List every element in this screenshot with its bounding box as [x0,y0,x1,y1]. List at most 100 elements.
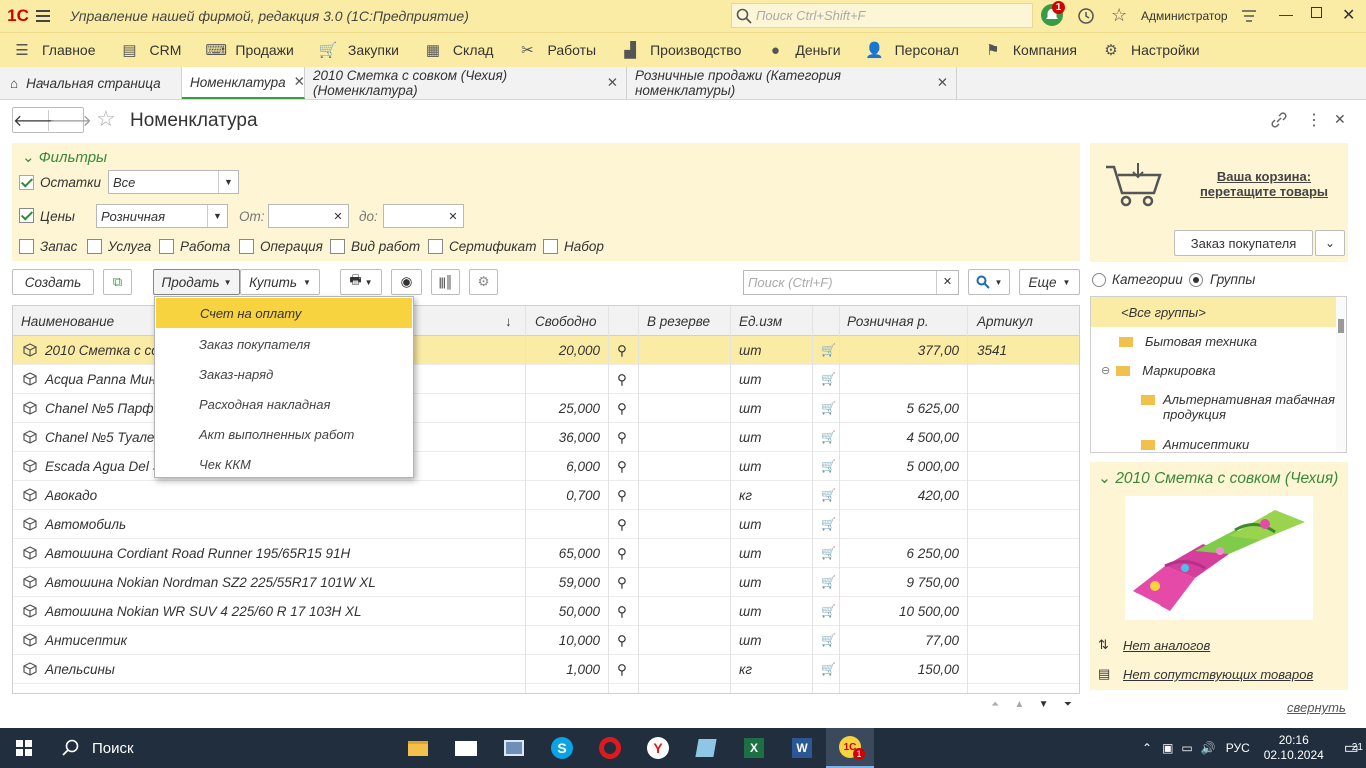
sort-arrow-icon[interactable]: ↓ [505,314,512,329]
type-work-kind-checkbox[interactable] [330,239,345,254]
more-button[interactable]: Еще ▼ [1019,269,1080,295]
table-row[interactable]: Автошина Cordiant Road Runner 195/65R15 … [13,539,1079,568]
restore-icon[interactable] [1311,7,1322,18]
close-tab-icon[interactable]: ✕ [937,75,948,91]
add-to-cart-icon[interactable]: 🛒 [821,662,836,676]
add-to-cart-icon[interactable]: 🛒 [821,459,836,473]
magnifier-icon[interactable]: ⚲ [617,430,627,446]
barcode-button[interactable]: |||║ [431,269,460,295]
magnifier-icon[interactable]: ⚲ [617,343,627,359]
bell-icon[interactable]: 1 [1041,1,1065,26]
price-type-select[interactable]: Розничная ▼ [96,204,228,228]
menu-production[interactable]: ▟ Производство [608,33,753,68]
add-to-cart-icon[interactable]: 🛒 [821,575,836,589]
product-title[interactable]: ⌄ 2010 Сметка с совком (Чехия) [1098,469,1344,488]
price-to-input[interactable]: ✕ [383,204,464,228]
link-icon[interactable] [1270,111,1288,129]
excel-icon[interactable]: X [730,728,778,768]
tree-item-antiseptics[interactable]: Антисептики [1141,437,1249,452]
settings-menu-icon[interactable] [1241,9,1257,23]
clock[interactable]: 20:16 02.10.2024 [1264,733,1324,763]
close-window-icon[interactable]: ✕ [1342,5,1355,25]
type-stock-checkbox[interactable] [19,239,34,254]
order-options-button[interactable]: ⌄ [1315,230,1345,256]
tree-item-appliances[interactable]: Бытовая техника [1119,334,1257,349]
copy-button[interactable]: ⧉ [103,269,132,295]
explorer-icon[interactable] [394,728,442,768]
filters-toggle[interactable]: ⌄ Фильтры [22,148,107,166]
col-name-header[interactable]: Наименование [21,314,114,329]
network-app-icon[interactable] [490,728,538,768]
favorite-star-icon[interactable]: ☆ [96,106,116,132]
network-icon[interactable]: ▭ [1181,741,1192,755]
tab-nomenclature[interactable]: Номенклатура ✕ [182,67,305,99]
table-row[interactable]: Антисептик 10,000 ⚲ шт 🛒 77,00 [13,626,1079,655]
list-search-input[interactable]: Поиск (Ctrl+F) ✕ [743,270,959,295]
add-to-cart-icon[interactable]: 🛒 [821,633,836,647]
1c-app-icon[interactable]: 1С 1 [826,728,874,768]
buy-button[interactable]: Купить ▼ [240,269,320,295]
user-name[interactable]: Администратор [1141,9,1228,23]
tray-chevron-icon[interactable]: ⌃ [1142,741,1152,755]
magnifier-icon[interactable]: ⚲ [617,401,627,417]
add-to-cart-icon[interactable]: 🛒 [821,430,836,444]
close-tab-icon[interactable]: ✕ [294,74,305,90]
magnifier-icon[interactable]: ⚲ [617,372,627,388]
add-to-cart-icon[interactable]: 🛒 [821,488,836,502]
minimize-icon[interactable]: — [1279,6,1293,22]
page-up-icon[interactable]: ▲ [1007,694,1031,716]
main-menu-icon[interactable] [36,0,60,32]
menu-item-customer-order[interactable]: Заказ покупателя [155,329,413,359]
opera-icon[interactable] [586,728,634,768]
table-row[interactable]: Апельсины 1,000 ⚲ кг 🛒 150,00 [13,655,1079,684]
stock-checkbox[interactable] [19,175,34,190]
menu-main[interactable]: ☰ Главное [0,33,108,68]
tree-scrollbar[interactable] [1336,297,1346,452]
clear-icon[interactable]: ✕ [443,210,463,223]
clear-icon[interactable]: ✕ [936,271,958,294]
type-service-checkbox[interactable] [87,239,102,254]
table-row[interactable]: Автошина Nokian WR SUV 4 225/60 R 17 103… [13,597,1079,626]
table-row[interactable]: Авокадо 0,700 ⚲ кг 🛒 420,00 [13,481,1079,510]
tab-home[interactable]: ⌂ Начальная страница [0,67,182,99]
close-form-icon[interactable]: ✕ [1334,111,1346,128]
input-language[interactable]: РУС [1226,741,1250,755]
settings-button[interactable]: ⚙ [469,269,498,295]
menu-item-sales-invoice[interactable]: Расходная накладная [155,389,413,419]
add-to-cart-icon[interactable]: 🛒 [821,517,836,531]
add-to-cart-icon[interactable]: 🛒 [821,401,836,415]
menu-item-completion-act[interactable]: Акт выполненных работ [155,419,413,449]
collapse-link[interactable]: свернуть [1287,700,1346,715]
stock-select[interactable]: Все ▼ [108,170,239,194]
prices-checkbox[interactable] [19,208,34,223]
menu-item-work-order[interactable]: Заказ-наряд [155,359,413,389]
last-page-icon[interactable]: ⏷ [1056,694,1080,716]
tab-retail-sales[interactable]: Розничные продажи (Категория номенклатур… [627,67,957,99]
global-search[interactable]: Поиск Ctrl+Shift+F [731,3,1033,28]
groups-radio[interactable] [1189,273,1203,287]
magnifier-icon[interactable]: ⚲ [617,662,627,678]
menu-money[interactable]: ● Деньги [753,33,852,68]
magnifier-icon[interactable]: ⚲ [617,517,627,533]
menu-item-receipt[interactable]: Чек ККМ [155,449,413,479]
tab-item-card[interactable]: 2010 Сметка с совком (Чехия) (Номенклату… [305,67,627,99]
close-tab-icon[interactable]: ✕ [607,75,618,91]
table-row[interactable]: Автошина Nokian Nordman SZ2 225/55R17 10… [13,568,1079,597]
create-button[interactable]: Создать [12,269,94,295]
categories-radio[interactable] [1092,273,1106,287]
no-analogs-link[interactable]: Нет аналогов [1123,638,1210,653]
mail-icon[interactable] [442,728,490,768]
volume-icon[interactable]: 🔊 [1201,741,1216,755]
add-to-cart-icon[interactable]: 🛒 [821,604,836,618]
menu-personnel[interactable]: 👤 Персонал [853,33,971,68]
forward-arrow-icon[interactable]: 🡒 [49,110,92,131]
type-operation-checkbox[interactable] [239,239,254,254]
col-unit-header[interactable]: Ед.изм [739,314,782,329]
add-to-cart-icon[interactable]: 🛒 [821,546,836,560]
skype-icon[interactable]: S [538,728,586,768]
clear-icon[interactable]: ✕ [328,210,348,223]
first-page-icon[interactable]: ⏶ [983,694,1007,716]
no-related-link[interactable]: Нет сопутствующих товаров [1123,667,1313,682]
history-icon[interactable] [1077,7,1095,25]
tree-item-all[interactable]: <Все группы> [1091,297,1337,327]
